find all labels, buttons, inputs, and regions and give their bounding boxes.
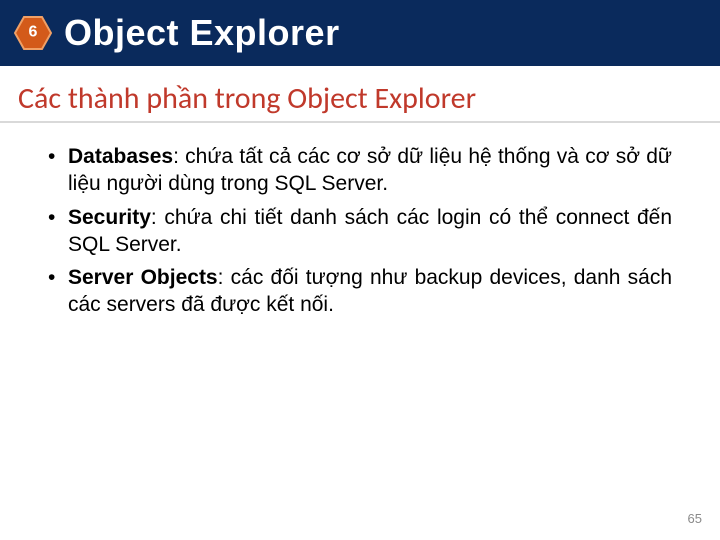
list-item-term: Server Objects — [68, 266, 218, 289]
slide: 6 Object Explorer Các thành phần trong O… — [0, 0, 720, 540]
list-item-term: Security — [68, 206, 151, 229]
bullet-list: Databases: chứa tất cả các cơ sở dữ liệu… — [0, 123, 720, 319]
subtitle: Các thành phần trong Object Explorer — [0, 66, 720, 121]
page-number: 65 — [688, 511, 702, 526]
list-item: Databases: chứa tất cả các cơ sở dữ liệu… — [48, 143, 672, 198]
header-title: Object Explorer — [64, 12, 340, 54]
header-bar: 6 Object Explorer — [0, 0, 720, 66]
list-item: Security: chứa chi tiết danh sách các lo… — [48, 204, 672, 259]
list-item-desc: : chứa chi tiết danh sách các login có t… — [68, 206, 672, 256]
section-number-badge: 6 — [14, 16, 52, 50]
list-item: Server Objects: các đối tượng như backup… — [48, 264, 672, 319]
section-number: 6 — [29, 23, 38, 41]
list-item-term: Databases — [68, 145, 173, 168]
